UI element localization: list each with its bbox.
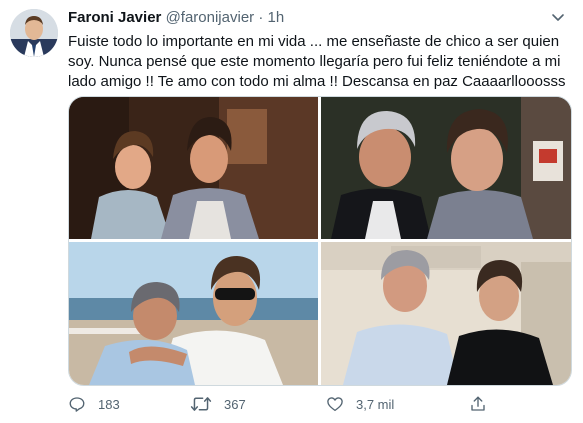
retweet-icon bbox=[190, 397, 212, 411]
reply-count: 183 bbox=[98, 396, 120, 412]
photo-1[interactable] bbox=[69, 97, 318, 239]
heart-icon bbox=[327, 397, 343, 412]
share-icon bbox=[471, 396, 485, 411]
tweet-text: Fuiste todo lo importante en mi vida ...… bbox=[68, 32, 568, 92]
tweet-text-line: Fuiste todo lo importante en mi vida ...… bbox=[68, 33, 560, 50]
tweet-text-line: soy. Nunca pensé que este momento llegar… bbox=[68, 53, 561, 70]
tweet-text-line: lado amigo !! Te amo con todo mi alma !!… bbox=[68, 73, 566, 90]
timestamp[interactable]: 1h bbox=[268, 9, 285, 26]
chevron-down-icon[interactable] bbox=[547, 8, 569, 26]
avatar[interactable] bbox=[10, 9, 58, 57]
reply-icon bbox=[69, 397, 85, 412]
tweet-header: Faroni Javier @faronijavier · 1h bbox=[68, 9, 553, 26]
author-handle[interactable]: @faronijavier bbox=[166, 9, 255, 26]
photo-4[interactable] bbox=[321, 242, 571, 385]
photo-3[interactable] bbox=[69, 242, 318, 385]
media-grid bbox=[68, 96, 572, 386]
like-button[interactable]: 3,7 mil bbox=[326, 393, 394, 415]
retweet-count: 367 bbox=[224, 396, 246, 412]
separator-dot: · bbox=[258, 9, 264, 26]
like-count: 3,7 mil bbox=[356, 396, 395, 412]
photo-2[interactable] bbox=[321, 97, 571, 239]
tweet-actions: 183 367 3,7 mil bbox=[68, 393, 538, 415]
reply-button[interactable]: 183 bbox=[68, 393, 120, 415]
retweet-button[interactable]: 367 bbox=[190, 393, 246, 415]
share-button[interactable] bbox=[469, 393, 499, 415]
author-name[interactable]: Faroni Javier bbox=[68, 9, 161, 26]
tweet: Faroni Javier @faronijavier · 1h Fuiste … bbox=[0, 0, 583, 423]
